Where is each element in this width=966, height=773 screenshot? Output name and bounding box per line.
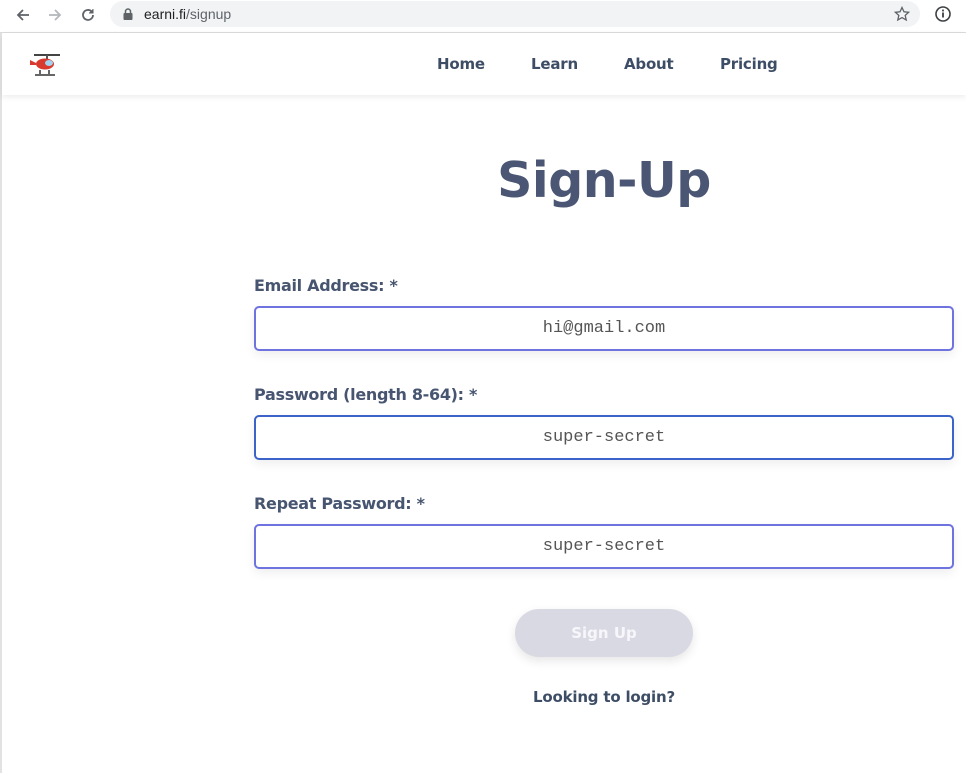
nav-learn-link[interactable]: Learn (531, 55, 578, 73)
address-bar[interactable]: earni.fi/signup (110, 1, 920, 27)
page-title: Sign-Up (497, 152, 711, 209)
nav-pricing-link[interactable]: Pricing (720, 55, 778, 73)
back-arrow-icon[interactable] (12, 4, 34, 26)
nav-home-link[interactable]: Home (437, 55, 485, 73)
lock-icon[interactable] (121, 7, 135, 21)
url-host: earni.fi (144, 6, 187, 22)
email-field[interactable] (254, 306, 954, 351)
info-icon[interactable] (934, 5, 952, 23)
repeat-password-field[interactable] (254, 524, 954, 569)
password-label: Password (length 8-64): * (254, 385, 478, 404)
email-label: Email Address: * (254, 276, 398, 295)
login-link[interactable]: Looking to login? (254, 688, 954, 706)
nav-links: Home Learn About Pricing (2, 55, 966, 75)
password-field[interactable] (254, 415, 954, 460)
browser-toolbar: earni.fi/signup (0, 0, 966, 33)
nav-about-link[interactable]: About (624, 55, 674, 73)
window-edge (0, 33, 2, 773)
star-icon[interactable] (892, 4, 912, 24)
url-text[interactable]: earni.fi/signup (144, 6, 231, 22)
forward-arrow-icon[interactable] (44, 4, 66, 26)
sign-up-button[interactable]: Sign Up (515, 609, 693, 657)
site-header: Home Learn About Pricing (2, 33, 966, 95)
reload-icon[interactable] (77, 4, 99, 26)
repeat-password-label: Repeat Password: * (254, 494, 425, 513)
url-path: /signup (186, 6, 232, 22)
